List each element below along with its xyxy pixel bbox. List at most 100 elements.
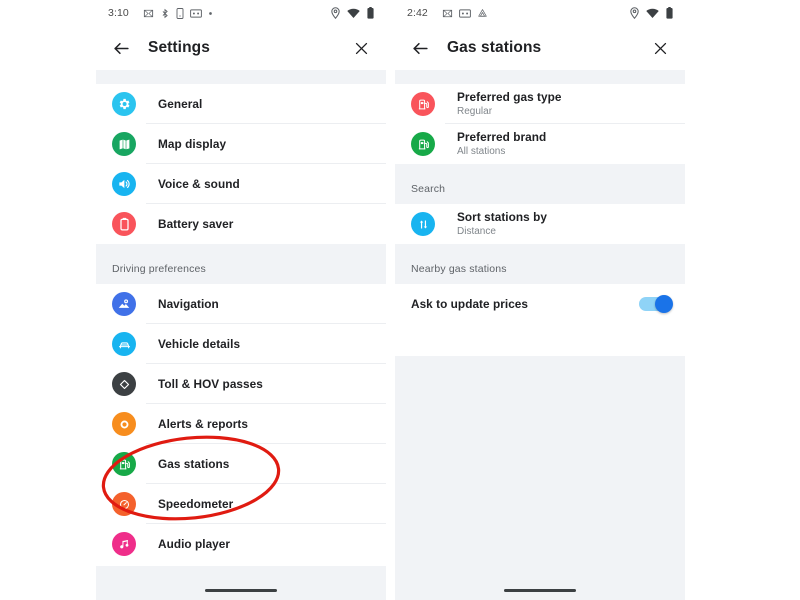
status-clock: 2:42	[407, 7, 428, 19]
drive-icon	[477, 8, 488, 19]
alert-target-icon	[112, 412, 136, 436]
list-item-title: Sort stations by	[457, 209, 547, 224]
toggle-label: Ask to update prices	[411, 296, 529, 311]
close-icon[interactable]	[649, 37, 671, 59]
screenshot-stage: 3:10 Settings General Map display Voice …	[0, 0, 800, 600]
sidebar-item-label: General	[158, 96, 203, 111]
arrow-back-icon[interactable]	[409, 37, 431, 59]
gas-pump-icon	[112, 452, 136, 476]
list-item-sort-stations-by[interactable]: Sort stations by Distance	[395, 204, 685, 244]
sidebar-item-voice-sound[interactable]: Voice & sound	[96, 164, 386, 204]
sidebar-item-label: Battery saver	[158, 216, 234, 231]
sort-arrows-icon	[411, 212, 435, 236]
list-item-ask-to-update-prices[interactable]: Ask to update prices	[395, 284, 685, 324]
sidebar-item-speedometer[interactable]: Speedometer	[96, 484, 386, 524]
ask-to-update-prices-toggle[interactable]	[639, 295, 673, 313]
left-bottom-nav-area	[96, 566, 386, 600]
gas-stations-list[interactable]: Preferred gas type Regular Preferred bra…	[395, 70, 685, 600]
close-icon[interactable]	[350, 37, 372, 59]
sidebar-item-gas-stations[interactable]: Gas stations	[96, 444, 386, 484]
list-item-title: Preferred gas type	[457, 89, 562, 104]
left-settings-list[interactable]: General Map display Voice & sound Batter…	[96, 70, 386, 600]
vibrate-icon	[176, 7, 184, 19]
location-icon	[630, 7, 639, 19]
sidebar-item-navigation[interactable]: Navigation	[96, 284, 386, 324]
row-text: General	[158, 97, 202, 112]
home-indicator[interactable]	[205, 589, 277, 592]
home-indicator[interactable]	[504, 589, 576, 592]
page-title: Settings	[148, 39, 210, 56]
sidebar-item-audio-player[interactable]: Audio player	[96, 524, 386, 564]
left-status-right-icons	[331, 7, 374, 19]
gas-pump-icon	[411, 92, 435, 116]
messages-icon	[143, 8, 154, 19]
row-text: Preferred gas type Regular	[457, 90, 562, 119]
right-empty-area	[395, 356, 685, 600]
toggle-knob	[655, 295, 673, 313]
top-band	[395, 70, 685, 84]
sidebar-item-toll-hov[interactable]: Toll & HOV passes	[96, 364, 386, 404]
page-title: Gas stations	[447, 39, 542, 56]
row-text: Preferred brand All stations	[457, 130, 546, 159]
sidebar-item-label: Vehicle details	[158, 336, 241, 351]
section-gap	[395, 164, 685, 174]
messages-icon	[442, 8, 453, 19]
row-text: Sort stations by Distance	[457, 210, 547, 239]
sidebar-item-label: Toll & HOV passes	[158, 376, 263, 391]
sidebar-item-map-display[interactable]: Map display	[96, 124, 386, 164]
sidebar-item-label: Voice & sound	[158, 176, 240, 191]
navigation-map-icon	[112, 292, 136, 316]
sim-icon	[189, 8, 202, 18]
sim-icon	[458, 8, 471, 18]
sidebar-item-vehicle-details[interactable]: Vehicle details	[96, 324, 386, 364]
map-icon	[112, 132, 136, 156]
list-item-subtitle: All stations	[457, 146, 506, 158]
right-status-bar: 2:42	[395, 0, 685, 26]
wifi-icon	[646, 8, 659, 19]
right-app-bar: Gas stations	[395, 26, 685, 70]
battery-icon	[367, 7, 374, 19]
row-text: Navigation	[158, 297, 219, 312]
left-status-bar: 3:10	[96, 0, 386, 26]
sidebar-item-general[interactable]: General	[96, 84, 386, 124]
music-note-icon	[112, 532, 136, 556]
right-status-left-icons: 2:42	[407, 7, 630, 19]
sidebar-item-battery-saver[interactable]: Battery saver	[96, 204, 386, 244]
speedometer-icon	[112, 492, 136, 516]
section-header-nearby-gas-stations: Nearby gas stations	[395, 254, 685, 284]
sidebar-item-label: Map display	[158, 136, 227, 151]
dot-icon	[208, 11, 213, 16]
wifi-icon	[347, 8, 360, 19]
row-text: Voice & sound	[158, 177, 240, 192]
location-icon	[331, 7, 340, 19]
row-text: Ask to update prices	[411, 297, 528, 312]
row-text: Toll & HOV passes	[158, 377, 263, 392]
bluetooth-icon	[160, 8, 170, 19]
sidebar-item-alerts-reports[interactable]: Alerts & reports	[96, 404, 386, 444]
gas-pump-icon	[411, 132, 435, 156]
row-text: Map display	[158, 137, 226, 152]
car-icon	[112, 332, 136, 356]
list-item-subtitle: Distance	[457, 226, 496, 238]
section-gap	[96, 244, 386, 254]
sidebar-item-label: Alerts & reports	[158, 416, 248, 431]
section-header-driving-preferences: Driving preferences	[96, 254, 386, 284]
diamond-icon	[112, 372, 136, 396]
row-text: Speedometer	[158, 497, 233, 512]
row-text: Alerts & reports	[158, 417, 248, 432]
left-app-bar: Settings	[96, 26, 386, 70]
row-text: Gas stations	[158, 457, 229, 472]
speaker-icon	[112, 172, 136, 196]
arrow-back-icon[interactable]	[110, 37, 132, 59]
list-item-subtitle: Regular	[457, 106, 493, 118]
right-phone-panel: 2:42 Gas stations Preferred gas type Reg…	[395, 0, 685, 600]
list-item-title: Preferred brand	[457, 129, 547, 144]
list-item-preferred-brand[interactable]: Preferred brand All stations	[395, 124, 685, 164]
top-band	[96, 70, 386, 84]
row-text: Audio player	[158, 537, 230, 552]
list-item-preferred-gas-type[interactable]: Preferred gas type Regular	[395, 84, 685, 124]
row-text: Battery saver	[158, 217, 233, 232]
sidebar-item-label: Navigation	[158, 296, 219, 311]
sidebar-item-label: Speedometer	[158, 496, 234, 511]
battery-icon	[112, 212, 136, 236]
